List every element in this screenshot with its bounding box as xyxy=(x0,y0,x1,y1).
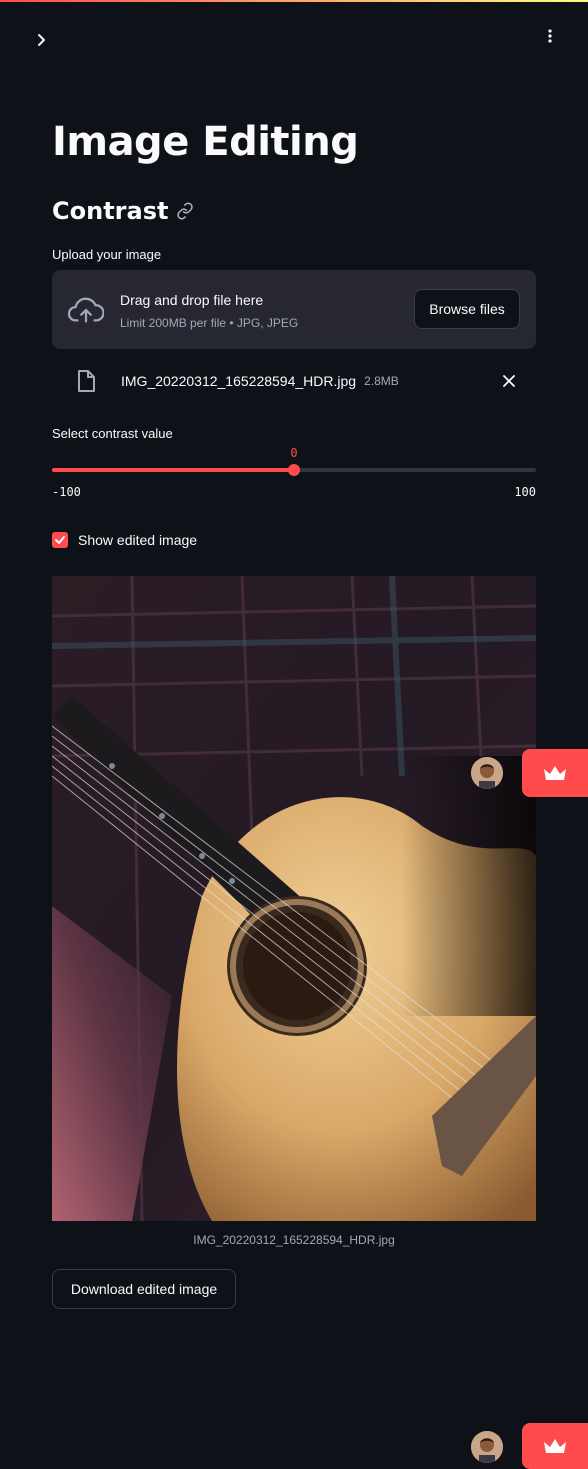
file-dropzone[interactable]: Drag and drop file here Limit 200MB per … xyxy=(52,270,536,349)
subheader-text: Contrast xyxy=(52,197,169,225)
streamlit-badge-button-bottom[interactable] xyxy=(522,1423,588,1469)
dropzone-limit: Limit 200MB per file • JPG, JPEG xyxy=(120,315,299,330)
streamlit-badge-button[interactable] xyxy=(522,749,588,797)
dropzone-instructions: Drag and drop file here Limit 200MB per … xyxy=(120,290,298,330)
cloud-upload-icon xyxy=(68,292,104,328)
show-edited-checkbox[interactable] xyxy=(52,532,68,548)
slider-max-label: 100 xyxy=(514,485,536,499)
file-icon xyxy=(74,369,98,393)
page-title: Image Editing xyxy=(52,119,359,165)
main-menu-button[interactable] xyxy=(538,24,562,48)
download-edited-image-button[interactable]: Download edited image xyxy=(52,1269,236,1309)
slider-label: Select contrast value xyxy=(52,426,173,441)
dropzone-title: Drag and drop file here xyxy=(120,291,264,308)
uploaded-file-name: IMG_20220312_165228594_HDR.jpg xyxy=(121,373,357,389)
chevron-right-icon xyxy=(38,34,45,46)
kebab-menu-icon xyxy=(548,29,552,43)
slider-current-value: 0 xyxy=(290,446,298,460)
uploaded-file-row: IMG_20220312_165228594_HDR.jpg 2.8MB xyxy=(52,362,536,400)
show-edited-label: Show edited image xyxy=(78,532,198,548)
uploader-label: Upload your image xyxy=(52,247,162,262)
link-icon[interactable] xyxy=(176,202,194,220)
top-decoration-bar xyxy=(0,0,588,2)
crown-icon xyxy=(544,1439,566,1453)
slider-fill xyxy=(52,468,294,472)
browse-files-button[interactable]: Browse files xyxy=(414,289,520,329)
slider-min-label: -100 xyxy=(52,485,81,499)
section-subheader: Contrast xyxy=(52,194,194,228)
image-caption: IMG_20220312_165228594_HDR.jpg xyxy=(193,1233,395,1247)
viewer-avatar[interactable] xyxy=(471,757,503,789)
contrast-slider-track[interactable] xyxy=(52,464,536,476)
edited-image xyxy=(52,576,536,1221)
close-icon xyxy=(503,375,515,387)
sidebar-toggle-button[interactable] xyxy=(30,28,54,52)
check-icon xyxy=(55,536,65,544)
show-edited-checkbox-row[interactable]: Show edited image xyxy=(52,530,197,550)
remove-file-button[interactable] xyxy=(500,372,518,390)
viewer-avatar-bottom[interactable] xyxy=(471,1431,503,1463)
slider-thumb[interactable] xyxy=(288,464,300,476)
crown-icon xyxy=(544,766,566,780)
uploaded-file-size: 2.8MB xyxy=(364,374,399,388)
